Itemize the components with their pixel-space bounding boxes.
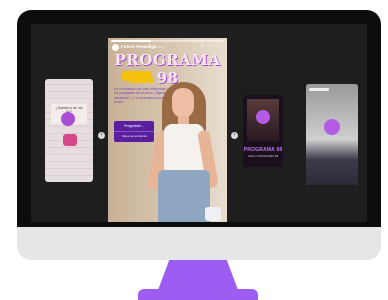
story-thumbnail-left[interactable]: ¿Sabías lo de los 90? [45,79,93,182]
screen: ¿Sabías lo de los 90? ‹ Future Homeligo … [31,24,367,222]
story-thumbnail-right-2[interactable] [306,84,358,185]
monitor-chin [17,227,381,260]
person-neck [178,116,189,124]
thumbnail-subtitle: Sobre PROGRAMA 98 [247,154,279,158]
monitor-stand-neck [158,260,238,290]
account-name[interactable]: Future Homeligo [121,44,157,49]
main-story[interactable]: Future Homeligo 1 sem Ⅱ ◁ ⋯ PROGRAMA 98 … [108,38,227,222]
poll-bubble-icon [324,119,340,135]
story-progress-bar [111,40,224,42]
brand-logo-tag [130,78,154,83]
divider [114,131,154,132]
story-title: PROGRAMA 98 [114,51,221,87]
person-jeans [158,170,210,222]
ask-button[interactable]: Pregúntale... [124,124,144,128]
thumbnail-header [309,88,329,91]
person-top [164,124,204,172]
poll-bubble-icon [256,110,270,124]
previous-arrow-icon[interactable]: ‹ [98,132,105,139]
thumbnail-background [45,79,93,182]
prop-bag [205,207,221,221]
thumbnail-title: PROGRAMA 98 [243,147,283,153]
mascot-icon [63,134,77,146]
story-thumbnail-right-1[interactable]: PROGRAMA 98 Sobre PROGRAMA 98 [243,95,283,167]
story-progress-fill [111,40,151,42]
avatar[interactable] [112,44,119,51]
monitor-stand-foot [138,289,258,300]
monitor-bezel: ¿Sabías lo de los 90? ‹ Future Homeligo … [17,10,381,227]
card-footer: Sigue aprendiendo [122,134,148,138]
next-arrow-icon[interactable]: › [231,132,238,139]
story-controls[interactable]: Ⅱ ◁ ⋯ [201,43,220,49]
question-card[interactable]: Pregúntale... Sigue aprendiendo [114,121,154,142]
poll-bubble-icon [61,112,75,126]
story-age: 1 sem [154,44,165,49]
monitor: ¿Sabías lo de los 90? ‹ Future Homeligo … [17,10,381,260]
person-face [172,88,194,118]
